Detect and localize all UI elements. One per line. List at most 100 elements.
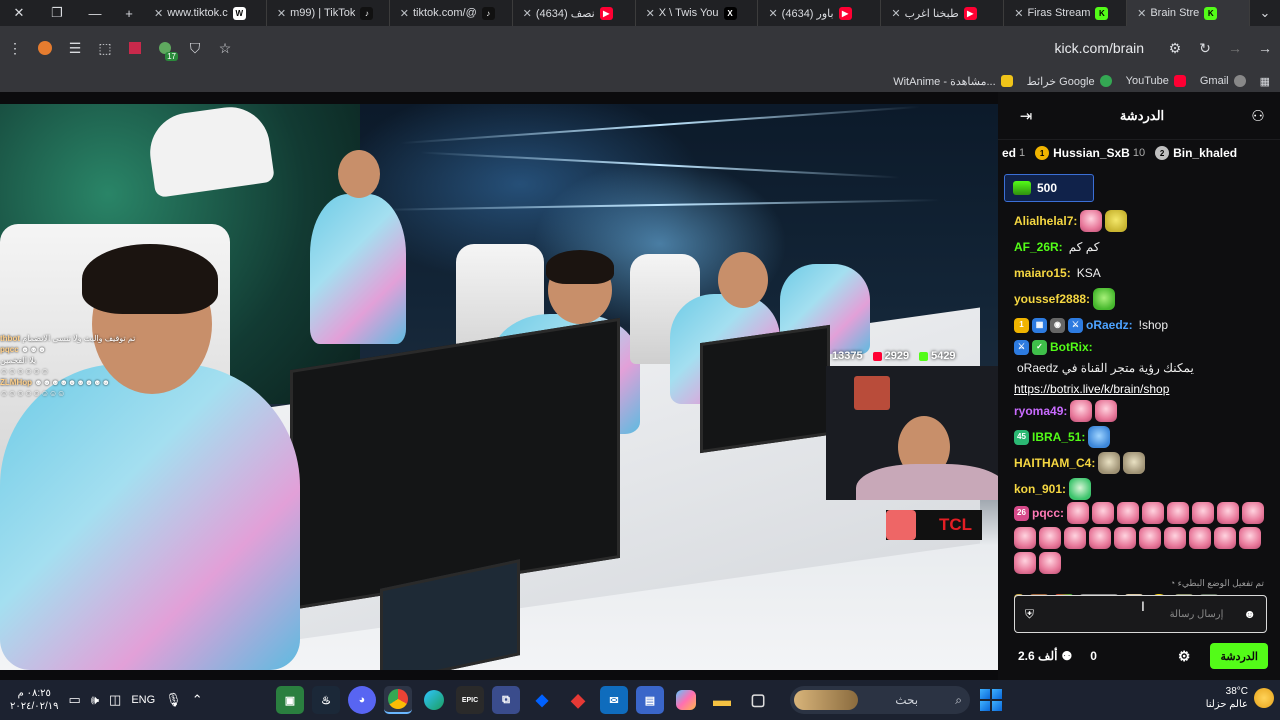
shield-icon[interactable]: ⛨ — [1025, 607, 1034, 622]
emoji-icon[interactable]: ☻ — [1243, 607, 1256, 621]
bookmark-gmail[interactable]: Gmail — [1200, 75, 1246, 87]
chat-username[interactable]: ryoma49: — [1014, 402, 1067, 420]
search-label: بحث — [895, 693, 919, 707]
tab-search-icon[interactable]: ⌄ — [1250, 0, 1280, 26]
language-indicator[interactable]: ENG — [131, 694, 155, 706]
windows-start-icon[interactable] — [980, 689, 1002, 711]
network-icon[interactable]: ◫ — [109, 692, 121, 708]
extension-badge-icon[interactable]: 17 — [150, 33, 180, 63]
steam-icon[interactable]: ♨ — [312, 686, 340, 714]
browser-tab[interactable]: ✕ www.tiktok.c W — [144, 0, 267, 26]
site-settings-icon[interactable]: ⚙ — [1160, 33, 1190, 63]
shield-icon[interactable]: ⛉ — [180, 33, 210, 63]
close-tab-icon[interactable]: ✕ — [768, 7, 777, 20]
reload-icon[interactable]: ↻ — [1190, 33, 1220, 63]
store-icon[interactable]: ▤ — [636, 686, 664, 714]
discord-icon[interactable]: ◕ — [348, 686, 376, 714]
dropbox-icon[interactable]: ◆ — [528, 686, 556, 714]
reading-list-icon[interactable]: ☰ — [60, 33, 90, 63]
leaderboard-user[interactable]: 2 Bin_khaled — [1155, 146, 1237, 160]
close-tab-icon[interactable]: ✕ — [1014, 7, 1023, 20]
browser-tab[interactable]: ✕ Brain Stre K — [1127, 0, 1250, 26]
weather-widget[interactable]: 38°C عالم حزلنا — [1206, 685, 1274, 711]
close-tab-icon[interactable]: ✕ — [523, 7, 532, 20]
tab-favicon-icon: X — [723, 6, 737, 20]
browser-tab[interactable]: ✕ (4634) باور ▶ — [758, 0, 882, 26]
app-icon[interactable]: ⧉ — [492, 686, 520, 714]
chat-username[interactable]: Alialhelal7: — [1014, 212, 1077, 230]
leaderboard-user[interactable]: ed 1 — [1002, 146, 1025, 160]
collapse-chat-icon[interactable]: ⇥ — [1016, 107, 1036, 125]
show-hidden-icons-icon[interactable]: ⌃ — [192, 692, 203, 708]
tab-list: ✕ www.tiktok.c W ✕ m99) | TikTok ♪ ✕ tiktok.com… — [144, 0, 1250, 26]
close-tab-icon[interactable]: ✕ — [400, 7, 409, 20]
chat-username[interactable]: kon_901: — [1014, 480, 1066, 498]
taskbar-search[interactable]: بحث ⌕ — [790, 686, 970, 714]
close-tab-icon[interactable]: ✕ — [891, 7, 900, 20]
edge-icon[interactable] — [420, 686, 448, 714]
browser-tab[interactable]: ✕ tiktok.com/@ ♪ — [390, 0, 513, 26]
forward-icon[interactable]: → — [1220, 33, 1250, 63]
bookmark-youtube[interactable]: YouTube — [1126, 75, 1186, 87]
menu-icon[interactable]: ⋮ — [0, 33, 30, 63]
epic-games-icon[interactable]: EPIC — [456, 686, 484, 714]
chat-username[interactable]: youssef2888: — [1014, 290, 1090, 308]
people-icon: ⚉ — [1061, 649, 1073, 663]
leaderboard-rank: 1 — [1019, 147, 1026, 159]
leaderboard-user[interactable]: 1 Hussian_SxB 10 — [1035, 146, 1145, 160]
bookmark-google-maps[interactable]: خرائط Google — [1027, 75, 1112, 88]
emote-icon — [1080, 210, 1103, 232]
bookmark-witanime[interactable]: WitAnime - مشاهدة... — [893, 75, 1013, 88]
address-bar[interactable]: kick.com/brain — [246, 33, 1154, 63]
chat-footer: 2.6 ألف ⚉ 0 ⚙ الدردشة — [998, 642, 1280, 670]
emote-icon — [1142, 502, 1165, 524]
browser-tab[interactable]: ✕ (4634) نصف ▶ — [513, 0, 636, 26]
file-explorer-icon[interactable]: ▬ — [708, 686, 736, 714]
gear-icon[interactable]: ⚙ — [1178, 648, 1191, 665]
chat-username[interactable]: HAITHAM_C4: — [1014, 454, 1095, 472]
close-tab-icon[interactable]: ✕ — [154, 7, 163, 20]
app-icon[interactable]: ▢ — [744, 686, 772, 714]
volume-icon[interactable]: 🕪 — [91, 692, 99, 708]
minimize-window-button[interactable]: — — [76, 0, 114, 26]
leaderboard-name: Hussian_SxB — [1053, 146, 1130, 160]
chat-username[interactable]: oRaedz: — [1086, 316, 1133, 334]
users-icon[interactable]: ⚇ — [1248, 107, 1268, 125]
microphone-icon[interactable]: 🎙 — [165, 692, 182, 708]
app-icon[interactable]: ▣ — [276, 686, 304, 714]
outlook-icon[interactable]: ✉ — [600, 686, 628, 714]
browser-tab[interactable]: ✕ m99) | TikTok ♪ — [267, 0, 390, 26]
extension-icon[interactable] — [30, 33, 60, 63]
new-tab-button[interactable]: + — [114, 0, 144, 26]
browser-tab[interactable]: ✕ X \ Twis You X — [636, 0, 759, 26]
chat-username[interactable]: IBRA_51: — [1032, 428, 1085, 446]
restore-window-button[interactable]: ❐ — [38, 0, 76, 26]
botrix-shop-link[interactable]: https://botrix.live/k/brain/shop — [1014, 380, 1268, 398]
close-tab-icon[interactable]: ✕ — [277, 7, 286, 20]
copilot-icon[interactable] — [672, 686, 700, 714]
video-player[interactable]: 13375 2929 5429 TCL thbot تم توقيف والبث… — [0, 104, 998, 670]
user-badge-icon: 1 — [1014, 317, 1029, 333]
all-bookmarks-icon[interactable]: ▦ — [1260, 75, 1270, 88]
extension-icon[interactable] — [120, 33, 150, 63]
chat-username[interactable]: AF_26R: — [1014, 238, 1063, 256]
overlay-chat-line: pqcc ☻☻☻ — [0, 344, 170, 355]
clock[interactable]: ٠٨:٢٥ م ٢٠٢٤/٠٢/١٩ — [10, 687, 59, 713]
viewers-count: 13375 — [832, 350, 863, 362]
app-icon[interactable]: ◆ — [564, 686, 592, 714]
puzzle-icon[interactable]: ⬚ — [90, 33, 120, 63]
chrome-icon[interactable] — [384, 686, 412, 714]
send-chat-button[interactable]: الدردشة — [1210, 643, 1268, 669]
close-window-button[interactable]: ✕ — [0, 0, 38, 26]
browser-tab[interactable]: ✕ طبخنا اغرب ▶ — [881, 0, 1005, 26]
chat-username[interactable]: BotRix: — [1050, 338, 1093, 356]
close-tab-icon[interactable]: ✕ — [1137, 7, 1146, 20]
pinned-gift[interactable]: 500 — [1004, 174, 1094, 202]
browser-tab[interactable]: ✕ Firas Stream K — [1004, 0, 1128, 26]
bookmark-star-icon[interactable]: ☆ — [210, 33, 240, 63]
chat-username[interactable]: pqcc: — [1032, 503, 1064, 523]
close-tab-icon[interactable]: ✕ — [646, 7, 655, 20]
back-icon[interactable]: → — [1250, 33, 1280, 63]
battery-icon[interactable]: ▭ — [69, 692, 81, 708]
chat-username[interactable]: maiaro15: — [1014, 264, 1071, 282]
